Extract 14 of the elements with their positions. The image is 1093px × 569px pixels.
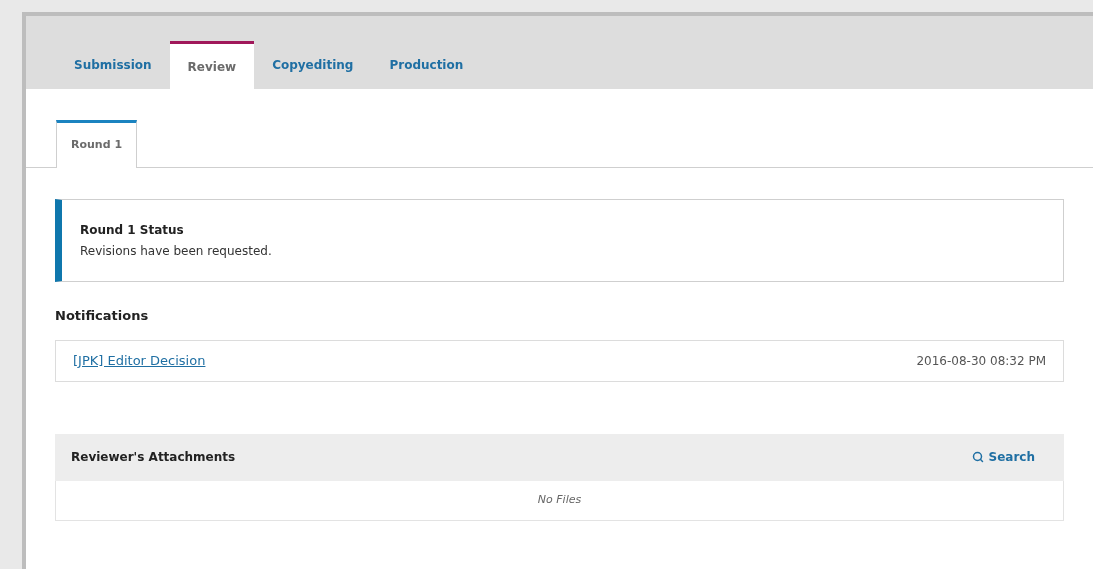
search-button[interactable]: Search bbox=[971, 448, 1035, 466]
notification-date: 2016-08-30 08:32 PM bbox=[916, 352, 1046, 370]
round-tab[interactable]: Round 1 bbox=[56, 120, 138, 168]
tab[interactable]: Review bbox=[169, 41, 255, 89]
tab[interactable]: Copyediting bbox=[254, 41, 372, 89]
status-message: Revisions have been requested. bbox=[80, 243, 273, 260]
tab[interactable]: Production bbox=[371, 41, 482, 89]
tab[interactable]: Submission bbox=[56, 41, 170, 89]
empty-message: No Files bbox=[537, 491, 582, 508]
status-title: Round 1 Status bbox=[80, 222, 185, 239]
section-heading: Notifications bbox=[55, 307, 150, 325]
notification-link[interactable]: [JPK] Editor Decision bbox=[73, 350, 206, 371]
search-icon bbox=[971, 451, 984, 463]
attachments-title: Reviewer's Attachments bbox=[71, 449, 236, 466]
